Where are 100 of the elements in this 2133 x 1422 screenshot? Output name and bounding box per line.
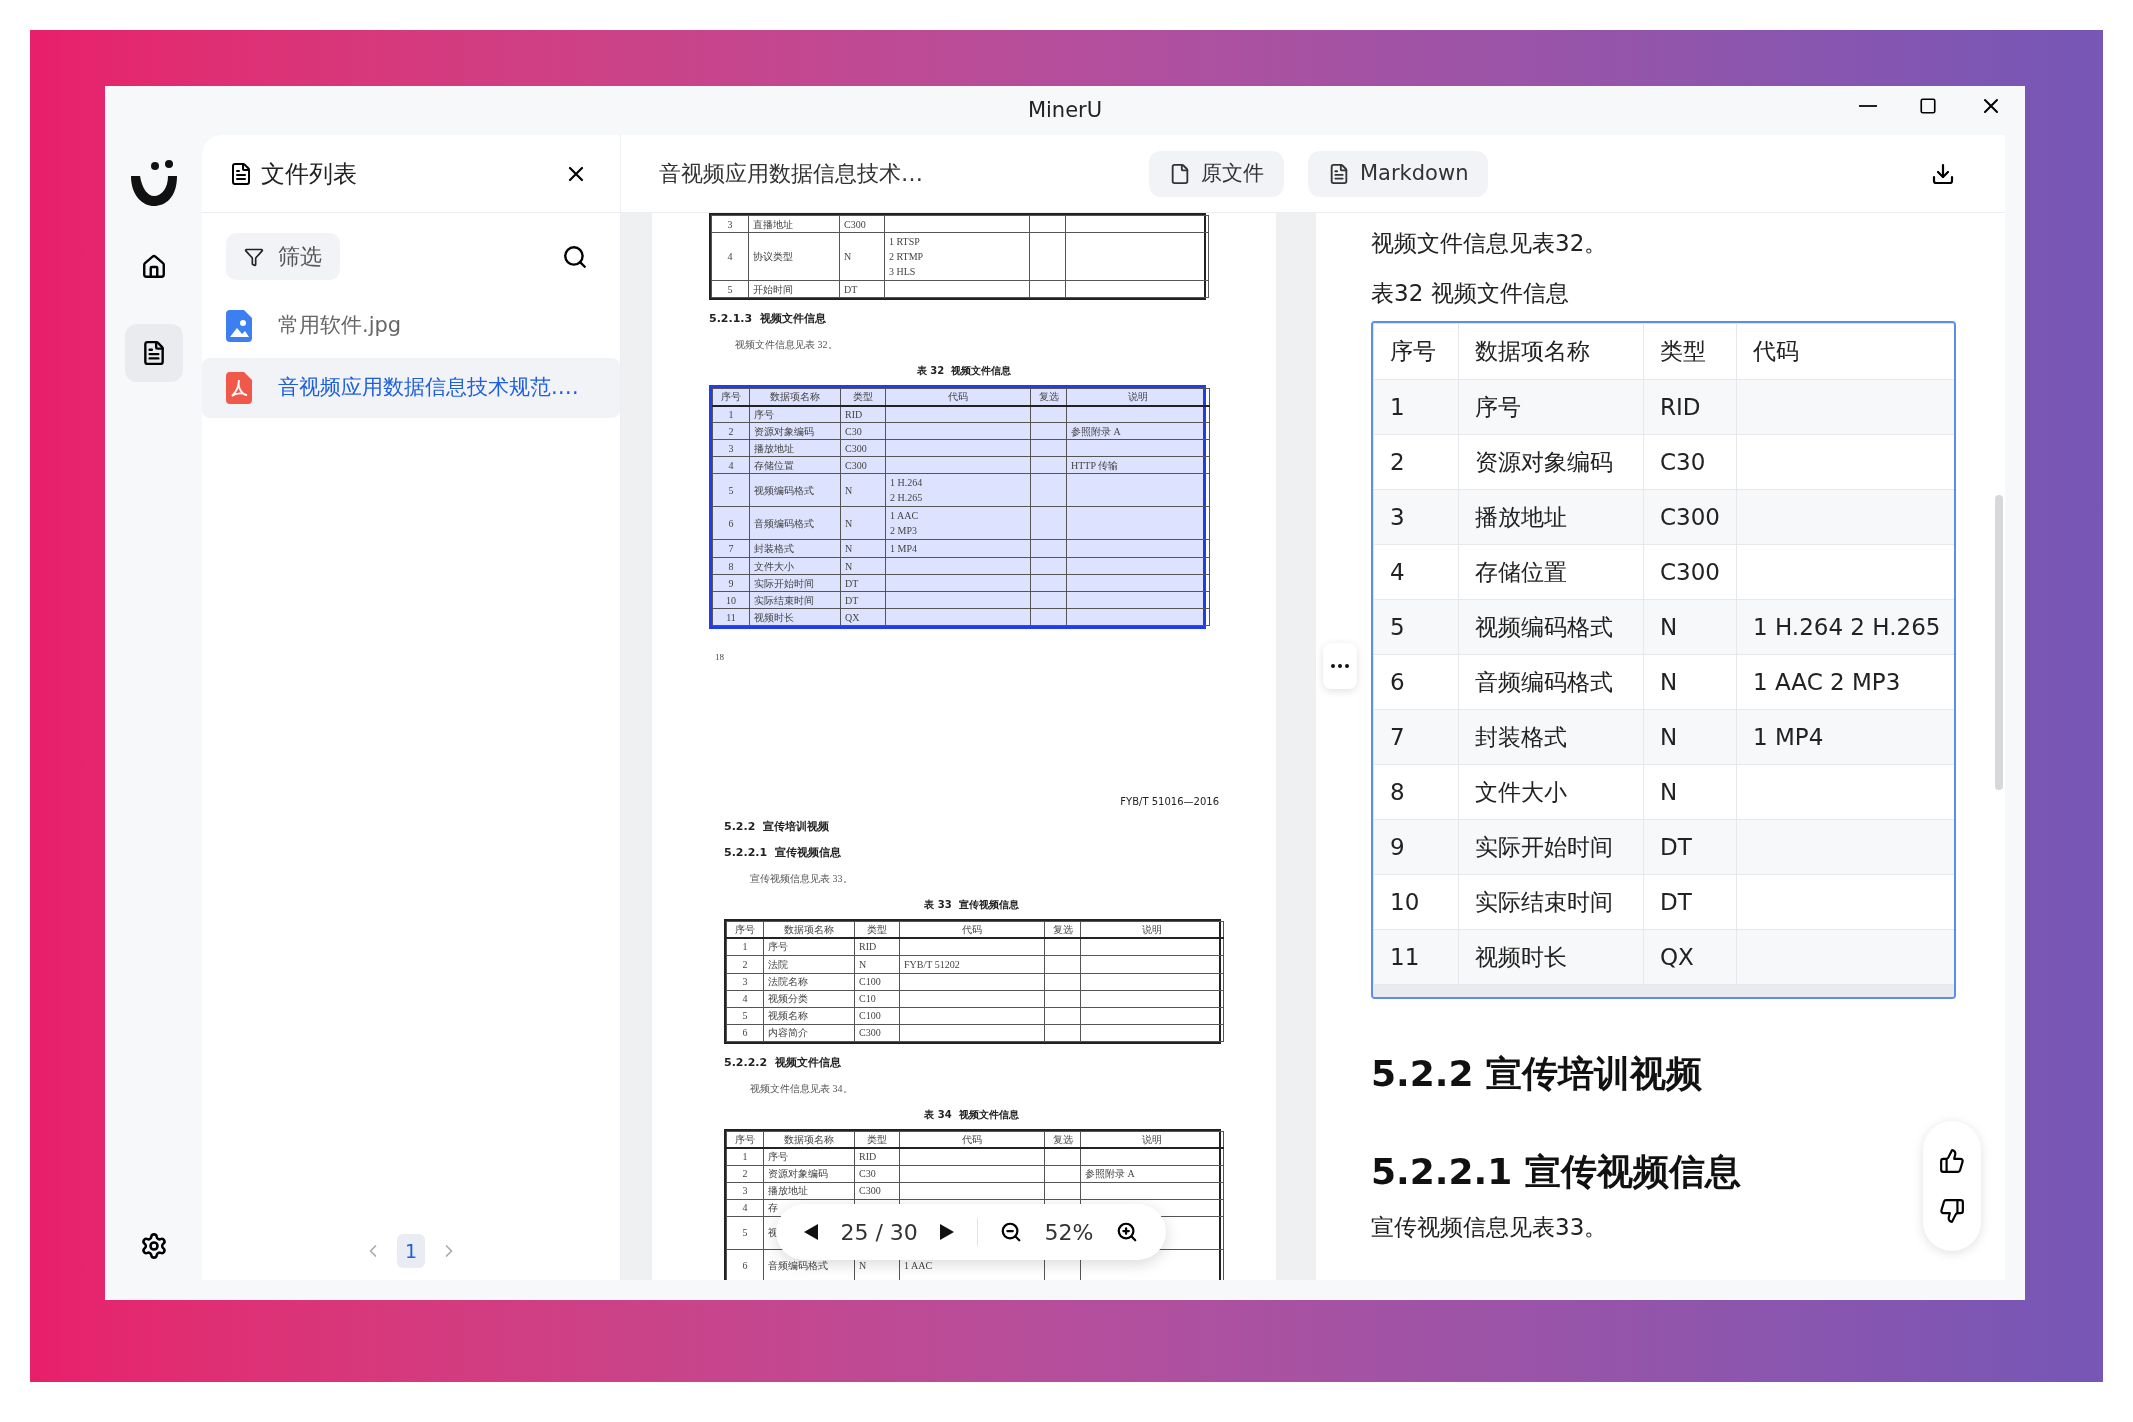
- table-cell: N: [1643, 709, 1737, 765]
- table-cell: C10: [854, 990, 900, 1007]
- table-cell: 1: [726, 1148, 764, 1165]
- file-item[interactable]: 常用软件.jpg: [202, 296, 620, 356]
- table-cell: N: [1643, 599, 1737, 655]
- more-icon: [1331, 664, 1349, 668]
- table-cell: 协议类型: [748, 232, 840, 281]
- table-caption: 表 34 视频文件信息: [924, 1107, 1019, 1121]
- table-cell: C300: [854, 1182, 900, 1199]
- table-cell: 10: [1373, 874, 1459, 930]
- file-icon: [1169, 162, 1191, 185]
- file-item[interactable]: 音视频应用数据信息技术规范.…: [202, 358, 620, 418]
- filter-button[interactable]: 筛选: [226, 233, 340, 280]
- table-cell: RID: [1643, 379, 1737, 435]
- table-cell: 序号: [1458, 379, 1644, 435]
- thumbs-up-button[interactable]: [1939, 1148, 1965, 1174]
- scrollbar[interactable]: [1995, 495, 2003, 790]
- table-cell: 视频编码格式: [1458, 599, 1644, 655]
- table-cell: 视频时长: [1458, 929, 1644, 985]
- table-cell: 4: [1373, 544, 1459, 600]
- zoom-level: 52%: [1044, 1218, 1094, 1247]
- table-cell: 4: [726, 1199, 764, 1216]
- page-button[interactable]: 1: [397, 1234, 425, 1268]
- table-cell: 文件大小: [1458, 764, 1644, 820]
- table-cell: 1 RTSP 2 RTMP 3 HLS: [884, 232, 1030, 281]
- settings-icon: [139, 1232, 168, 1260]
- thumbs-down-button[interactable]: [1939, 1198, 1965, 1224]
- more-button[interactable]: [1323, 643, 1357, 689]
- table-cell: 7: [712, 539, 750, 558]
- table-cell: 序号: [763, 938, 855, 955]
- running-header: FYB/T 51016—2016: [1120, 794, 1219, 808]
- table-cell: C100: [854, 1007, 900, 1024]
- table-cell: 6: [1373, 654, 1459, 710]
- pdf-paragraph: 宣传视频信息见表 33。: [750, 871, 853, 886]
- table-cell: C300: [840, 439, 886, 457]
- column-header: 数据项名称: [763, 1131, 855, 1148]
- table-cell: DT: [1643, 819, 1737, 875]
- table-cell: C300: [839, 215, 885, 233]
- table-cell: 5: [712, 473, 750, 507]
- document-title: 音视频应用数据信息技术…: [659, 160, 924, 188]
- table-cell: 1 H.264 2 H.265: [885, 473, 1031, 507]
- pdf-heading: 5.2.2 宣传培训视频: [724, 819, 829, 834]
- column-header: 类型: [854, 921, 900, 938]
- zoom-out-button[interactable]: [1000, 1221, 1023, 1243]
- documents-button[interactable]: [124, 324, 183, 382]
- pdf-file-icon: [226, 372, 252, 404]
- table-cell: 实际结束时间: [1458, 874, 1644, 930]
- minimize-icon: [1859, 105, 1877, 107]
- search-icon: [562, 243, 588, 270]
- table-cell: 资源对象编码: [1458, 434, 1644, 490]
- table-cell: 6: [712, 506, 750, 540]
- previous-page-button[interactable]: [804, 1224, 818, 1240]
- table-cell: 2: [726, 955, 764, 973]
- table-cell: 实际开始时间: [749, 574, 841, 592]
- column-header: 代码: [1736, 323, 1954, 380]
- table-cell: 2: [1373, 434, 1459, 490]
- pdf-paragraph: 视频文件信息见表 34。: [750, 1081, 853, 1096]
- table-cell: N: [1643, 764, 1737, 820]
- logo-icon: [128, 160, 179, 208]
- right-triangle-icon: [940, 1224, 955, 1240]
- file-list-icon: [229, 161, 253, 186]
- table-cell: 3: [726, 973, 764, 990]
- zoom-in-button[interactable]: [1115, 1221, 1138, 1243]
- settings-button[interactable]: [139, 1232, 168, 1260]
- table-cell: 视频编码格式: [749, 473, 841, 507]
- table-cell: 参照附录 A: [1080, 1165, 1224, 1182]
- table-cell: 6: [726, 1024, 764, 1041]
- table-cell: N: [840, 506, 886, 540]
- table-cell: 视频名称: [763, 1007, 855, 1024]
- zoom-in-icon: [1115, 1221, 1138, 1243]
- column-header: 说明: [1080, 921, 1224, 938]
- table-cell: 法院: [763, 955, 855, 973]
- next-page-button[interactable]: [940, 1224, 955, 1240]
- table-cell: 音频编码格式: [1458, 654, 1644, 710]
- view-button[interactable]: Markdown: [1308, 150, 1489, 197]
- column-header: 代码: [885, 388, 1031, 406]
- table-cell: 存储位置: [1458, 544, 1644, 600]
- thumbs-down-icon: [1939, 1198, 1965, 1224]
- page-number: 18: [715, 651, 724, 664]
- search-button[interactable]: [562, 243, 588, 270]
- markdown-table[interactable]: 序号 数据项名称 类型 代码 1 序号 RID 2 资源对象编码 C30 3 播放地址 C300 4 存储位置 C300 5 视频编码格式 N 1 H.264 2 H.265 6 音频编码格式 N 1 AAC 2 MP3 7 封装格式 N 1 MP4 8 文件大小 N 9 实际开始时间 DT 10 实际结束时间 DT 11 视频时长 QX: [1371, 321, 1956, 999]
- table-cell: C30: [1643, 434, 1737, 490]
- table-cell: 7: [1373, 709, 1459, 765]
- pdf-heading: 5.2.2.2 视频文件信息: [724, 1055, 841, 1070]
- horizontal-scrollbar[interactable]: [1373, 985, 1954, 997]
- table-cell: 视频分类: [763, 990, 855, 1007]
- table-cell: 序号: [763, 1148, 855, 1165]
- column-header: 序号: [726, 921, 764, 938]
- thumbs-up-icon: [1939, 1148, 1965, 1174]
- table-cell: 1: [1373, 379, 1459, 435]
- table-cell: 序号: [749, 405, 841, 423]
- view-button[interactable]: 原文件: [1149, 150, 1284, 197]
- download-button[interactable]: [1931, 161, 1955, 186]
- column-header: 说明: [1066, 388, 1210, 406]
- table-cell: QX: [1643, 929, 1737, 985]
- table-cell: N: [1643, 654, 1737, 710]
- table-cell: N: [840, 557, 886, 575]
- column-header: 数据项名称: [1458, 323, 1644, 380]
- table-cell: 4: [712, 456, 750, 474]
- table-cell: C30: [840, 422, 886, 440]
